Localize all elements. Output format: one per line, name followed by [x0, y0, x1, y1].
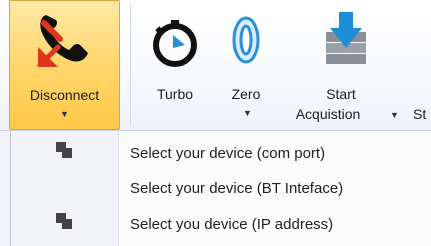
stopwatch-icon [153, 20, 197, 67]
next-button-label-partial: St [413, 106, 427, 122]
chevron-down-icon: ▼ [60, 109, 69, 119]
menu-item-label: Select you device (IP address) [130, 216, 334, 233]
device-icon [56, 213, 78, 233]
menu-item-bt-interface[interactable]: Select your device (BT Inteface) [11, 171, 431, 207]
phone-disconnect-icon [37, 15, 88, 67]
start-label-line1: Start [326, 86, 356, 102]
chevron-down-icon: ▼ [390, 110, 399, 120]
zero-icon [232, 16, 260, 64]
zero-button[interactable]: Zero ▼ [222, 0, 270, 130]
start-acquisition-button[interactable]: Start Acquistion ▼ [285, 0, 405, 130]
turbo-button[interactable]: Turbo [140, 0, 210, 130]
disconnect-button[interactable]: Disconnect ▼ [9, 0, 120, 130]
zero-label: Zero [231, 86, 261, 102]
device-dropdown-menu: Select your device (com port) Select you… [0, 131, 431, 246]
start-label-line2: Acquistion [295, 106, 361, 122]
menu-item-label: Select your device (com port) [130, 145, 326, 162]
menu-item-com-port[interactable]: Select your device (com port) [11, 136, 431, 172]
turbo-label: Turbo [156, 86, 194, 102]
disconnect-label: Disconnect [29, 87, 100, 103]
ribbon: Disconnect ▼ Turbo Zero ▼ Start Acquisti… [0, 0, 431, 131]
ribbon-separator [130, 4, 131, 126]
database-download-icon [326, 12, 366, 64]
chevron-down-icon: ▼ [243, 108, 252, 118]
menu-item-label: Select your device (BT Inteface) [130, 180, 344, 197]
menu-item-ip-address[interactable]: Select you device (IP address) [11, 207, 431, 243]
device-icon [56, 142, 78, 162]
